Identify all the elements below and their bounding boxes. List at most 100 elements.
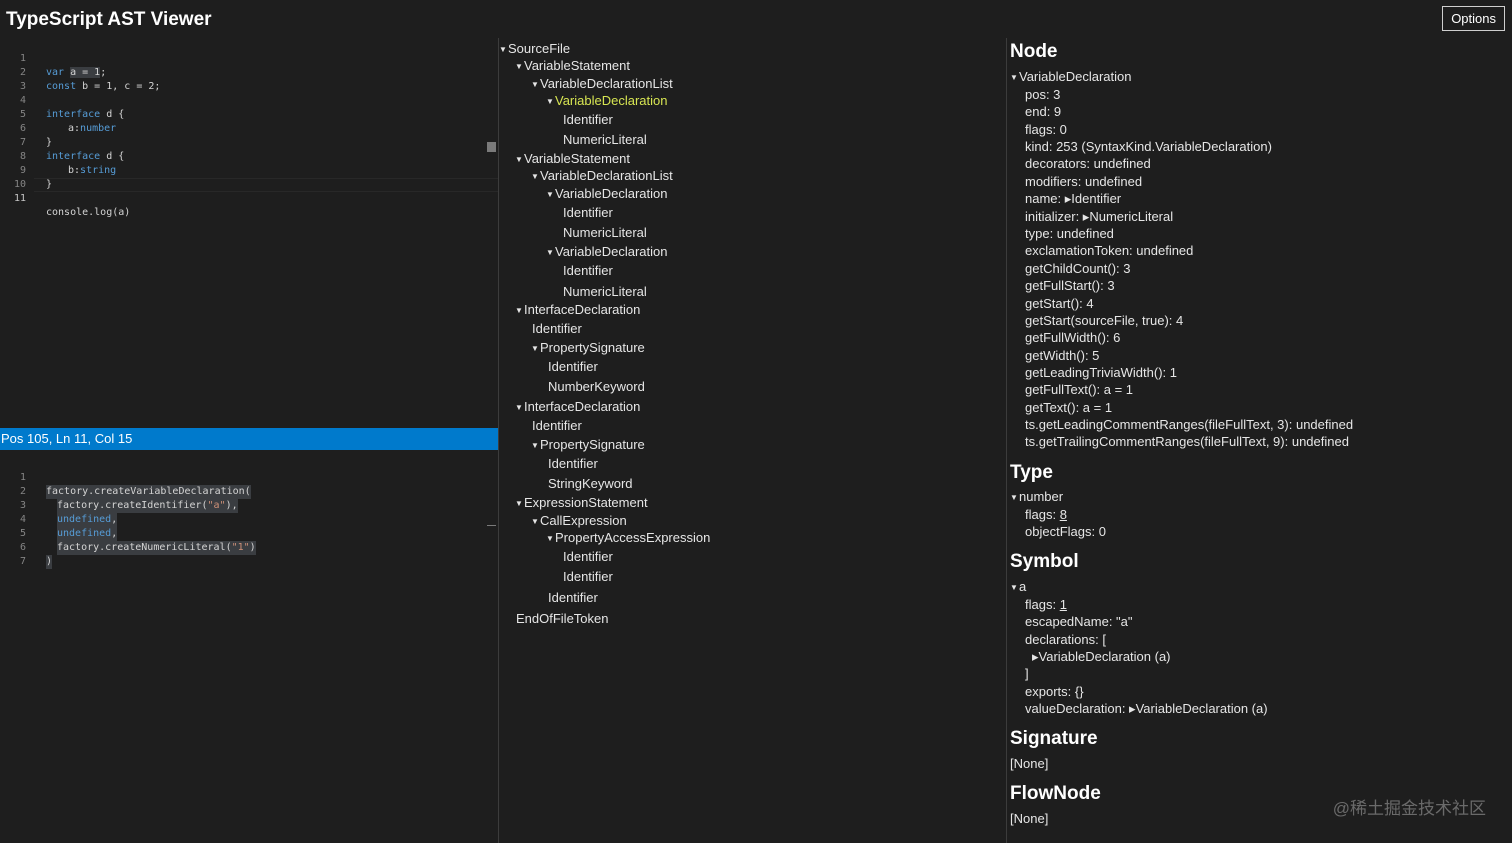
tree-node[interactable]: EndOfFileToken xyxy=(516,611,609,627)
prop-row: type: undefined xyxy=(1025,226,1114,241)
caret-down-icon: ▼ xyxy=(515,62,523,71)
caret-down-icon: ▼ xyxy=(515,306,523,315)
caret-down-icon: ▼ xyxy=(531,441,539,450)
tree-node-source-file[interactable]: ▼SourceFile xyxy=(499,41,570,58)
tree-node[interactable]: ▼PropertySignature xyxy=(531,437,645,454)
code-line: 9 } xyxy=(0,150,498,190)
prop-row: end: 9 xyxy=(1025,104,1062,119)
code-line: 3 undefined, xyxy=(0,485,498,527)
section-title-signature: Signature xyxy=(1010,728,1098,749)
caret-down-icon: ▼ xyxy=(515,155,523,164)
prop-row: ] xyxy=(1025,666,1029,681)
prop-row: flags: 0 xyxy=(1025,122,1067,137)
tree-node[interactable]: ▼PropertyAccessExpression xyxy=(546,530,710,547)
line-number: 7 xyxy=(19,556,26,567)
code-line: 11 console.log(a) xyxy=(0,178,498,218)
type-root-toggle[interactable]: ▼number xyxy=(1010,489,1063,506)
caret-down-icon: ▼ xyxy=(531,172,539,181)
flow-node-value: [None] xyxy=(1010,811,1049,826)
tree-node[interactable]: Identifier xyxy=(548,590,598,606)
caret-down-icon: ▼ xyxy=(546,534,554,543)
prop-row: declarations: [ xyxy=(1025,632,1106,647)
prop-row-value-declaration[interactable]: valueDeclaration: ▸VariableDeclaration (… xyxy=(1025,701,1268,717)
app-header: TypeScript AST Viewer Options xyxy=(0,0,1512,38)
tree-node[interactable]: NumericLiteral xyxy=(563,284,647,300)
caret-down-icon: ▼ xyxy=(515,403,523,412)
signature-value: [None] xyxy=(1010,756,1049,771)
factory-code-editor[interactable]: 1 factory.createVariableDeclaration( 2 f… xyxy=(0,450,498,843)
tree-node[interactable]: Identifier xyxy=(548,359,598,375)
prop-row: getText(): a = 1 xyxy=(1025,400,1113,415)
type-flags-link[interactable]: 8 xyxy=(1060,507,1067,522)
tree-node[interactable]: Identifier xyxy=(563,263,613,279)
tree-node[interactable]: ▼VariableDeclarationList xyxy=(531,76,673,93)
tree-node[interactable]: ▼VariableDeclaration xyxy=(546,244,668,261)
caret-down-icon: ▼ xyxy=(546,248,554,257)
prop-row: getFullWidth(): 6 xyxy=(1025,330,1121,345)
caret-down-icon: ▼ xyxy=(531,344,539,353)
tree-node[interactable]: Identifier xyxy=(532,321,582,337)
caret-down-icon: ▼ xyxy=(546,190,554,199)
prop-row: exports: {} xyxy=(1025,684,1084,699)
code-line: 7 xyxy=(0,541,498,567)
caret-down-icon: ▼ xyxy=(515,499,523,508)
tree-node[interactable]: Identifier xyxy=(563,569,613,585)
caret-down-icon: ▼ xyxy=(499,45,507,54)
section-title-symbol: Symbol xyxy=(1010,551,1079,572)
properties-panel: Node ▼VariableDeclaration pos: 3 end: 9 … xyxy=(1007,38,1512,843)
tree-node[interactable]: Identifier xyxy=(563,205,613,221)
tree-node[interactable]: ▼ExpressionStatement xyxy=(515,495,648,512)
tree-node[interactable]: ▼VariableDeclarationList xyxy=(531,168,673,185)
declaration-item[interactable]: ▸VariableDeclaration (a) xyxy=(1032,649,1171,665)
caret-down-icon: ▼ xyxy=(1010,493,1018,502)
code-line: 6 ) xyxy=(0,527,498,569)
watermark: @稀土掘金技术社区 xyxy=(1332,799,1486,818)
editor-scrollbar[interactable] xyxy=(487,525,496,526)
symbol-root-toggle[interactable]: ▼a xyxy=(1010,579,1026,596)
source-code-editor[interactable]: 1 var a = 1; 2 const b = 1, c = 2; 3 4 i… xyxy=(0,38,498,428)
prop-row: getStart(): 4 xyxy=(1025,296,1094,311)
prop-row: getChildCount(): 3 xyxy=(1025,261,1131,276)
caret-down-icon: ▼ xyxy=(1010,73,1018,82)
tree-node[interactable]: NumericLiteral xyxy=(563,225,647,241)
tree-node[interactable]: NumberKeyword xyxy=(548,379,645,395)
tree-node[interactable]: Identifier xyxy=(563,549,613,565)
app-title: TypeScript AST Viewer xyxy=(6,9,212,30)
symbol-flags-link[interactable]: 1 xyxy=(1060,597,1067,612)
editor-scrollbar[interactable] xyxy=(487,142,496,152)
prop-row: escapedName: "a" xyxy=(1025,614,1133,629)
code-line: 1 var a = 1; xyxy=(0,38,498,78)
options-button[interactable]: Options xyxy=(1442,6,1505,31)
tree-node[interactable]: NumericLiteral xyxy=(563,132,647,148)
prop-row: objectFlags: 0 xyxy=(1025,524,1106,539)
tree-node[interactable]: Identifier xyxy=(532,418,582,434)
code-line: 5 a:number xyxy=(0,94,498,134)
caret-down-icon: ▼ xyxy=(546,97,554,106)
tree-node-selected[interactable]: ▼VariableDeclaration xyxy=(546,93,668,110)
prop-row: getFullText(): a = 1 xyxy=(1025,382,1134,397)
tree-node[interactable]: Identifier xyxy=(548,456,598,472)
code-line: 2 factory.createIdentifier("a"), xyxy=(0,471,498,513)
prop-row-name[interactable]: name: ▸Identifier xyxy=(1025,191,1121,207)
tree-node[interactable]: ▼CallExpression xyxy=(531,513,627,530)
line-number: 11 xyxy=(13,193,26,204)
prop-row: flags: 8 xyxy=(1025,507,1067,522)
prop-row-initializer[interactable]: initializer: ▸NumericLiteral xyxy=(1025,209,1173,225)
prop-row: ts.getLeadingCommentRanges(fileFullText,… xyxy=(1025,417,1354,432)
tree-node[interactable]: Identifier xyxy=(563,112,613,128)
prop-row: getStart(sourceFile, true): 4 xyxy=(1025,313,1184,328)
code-line: 3 xyxy=(0,66,498,92)
prop-row: flags: 1 xyxy=(1025,597,1067,612)
code-line: 4 interface d { xyxy=(0,80,498,120)
tree-node[interactable]: ▼VariableStatement xyxy=(515,151,630,168)
prop-row: decorators: undefined xyxy=(1025,156,1151,171)
tree-node[interactable]: ▼InterfaceDeclaration xyxy=(515,399,640,416)
caret-down-icon: ▼ xyxy=(1010,583,1018,592)
tree-node[interactable]: ▼VariableStatement xyxy=(515,58,630,75)
tree-node[interactable]: ▼PropertySignature xyxy=(531,340,645,357)
tree-node[interactable]: StringKeyword xyxy=(548,476,633,492)
node-root-toggle[interactable]: ▼VariableDeclaration xyxy=(1010,69,1132,86)
tree-node[interactable]: ▼VariableDeclaration xyxy=(546,186,668,203)
tree-node[interactable]: ▼InterfaceDeclaration xyxy=(515,302,640,319)
prop-row: ts.getTrailingCommentRanges(fileFullText… xyxy=(1025,434,1349,449)
